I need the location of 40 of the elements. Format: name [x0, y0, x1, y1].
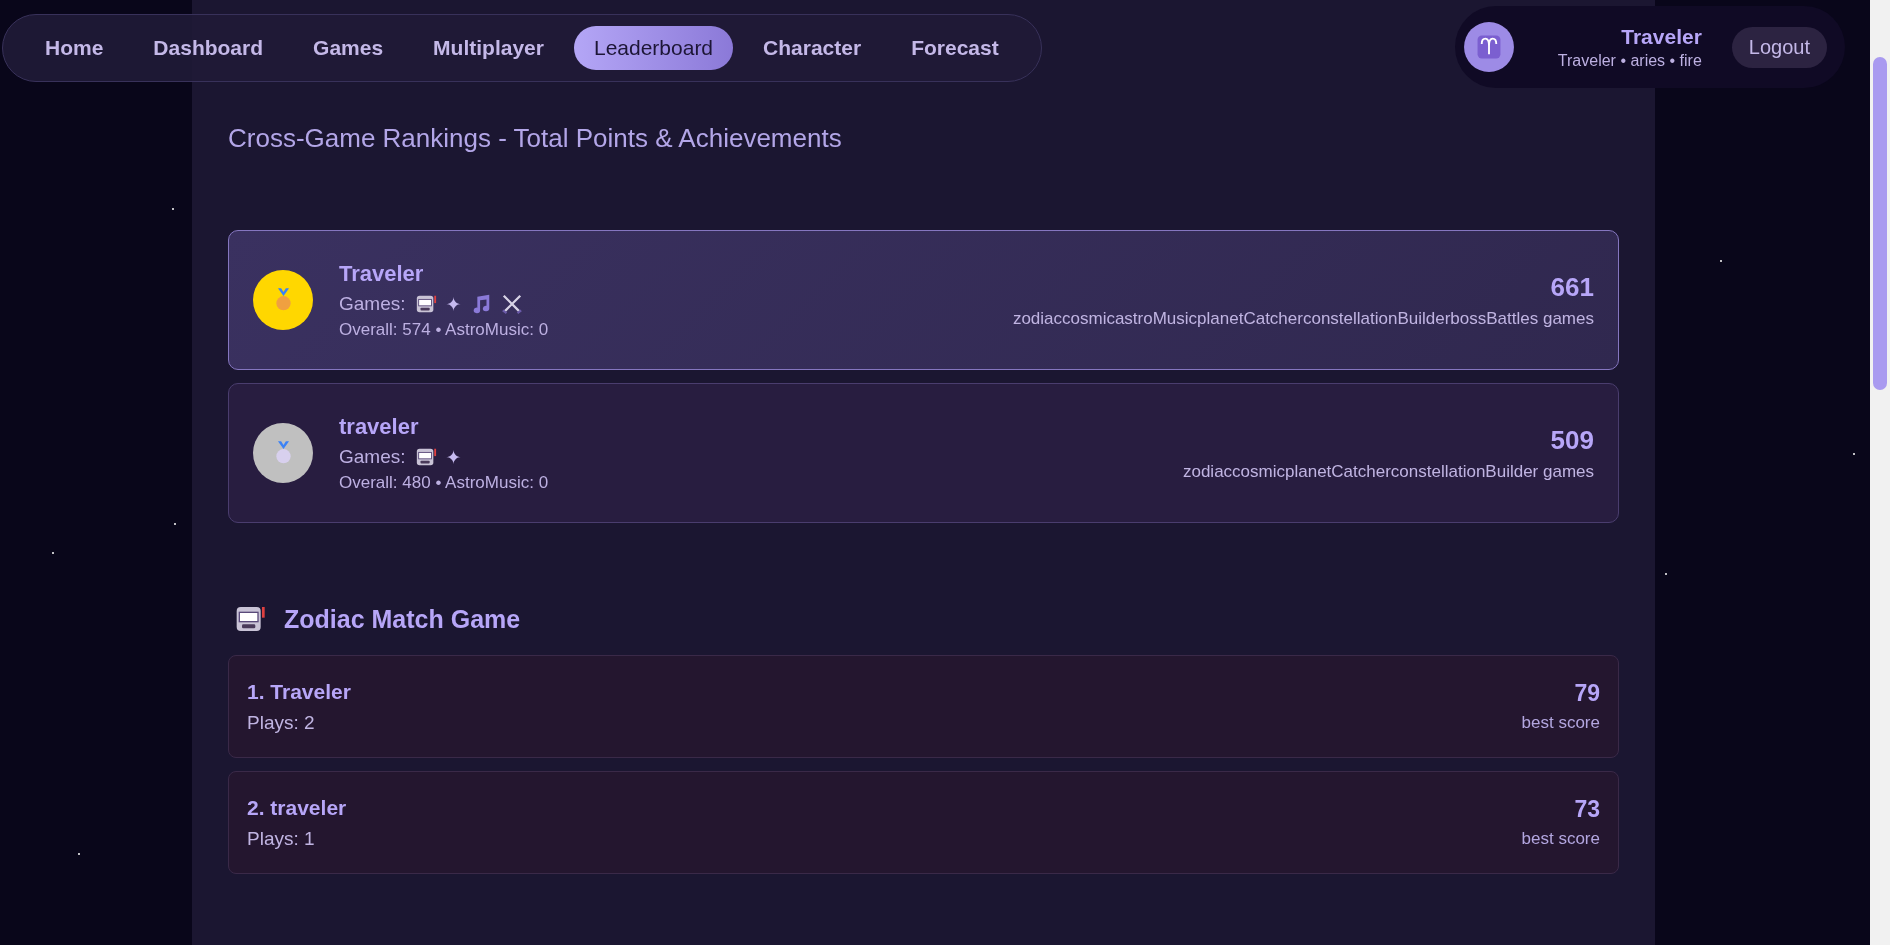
score-caption: best score [1521, 829, 1600, 849]
user-details: Traveler • aries • fire [1556, 51, 1702, 70]
medal-icon [273, 288, 293, 312]
section-title: Zodiac Match Game [284, 604, 521, 634]
total-points: 509 [1549, 424, 1594, 456]
player-name: Traveler [339, 260, 425, 287]
score-caption: best score [1521, 713, 1600, 733]
nav-link[interactable]: Games [293, 26, 404, 70]
scrollbar-thumb[interactable] [1873, 57, 1887, 390]
nav-link[interactable]: Multiplayer [413, 26, 564, 70]
slot-machine-icon [414, 446, 437, 468]
slot-machine-icon [414, 293, 437, 315]
logout-button[interactable]: Logout [1731, 26, 1827, 68]
games-label: Games: [339, 293, 406, 315]
player-stats: Overall: 480 • AstroMusic: 0 [339, 472, 550, 493]
player-name: 1. Traveler [247, 679, 351, 704]
games-label: Games: [339, 446, 406, 468]
plays-count: Plays: 2 [247, 711, 316, 734]
games-played-list: zodiaccosmicastroMusicplanetCatcherconstellationBuilderbossBattles games [1012, 308, 1594, 329]
nav-link[interactable]: Dashboard [133, 26, 284, 70]
plays-count: Plays: 1 [247, 827, 316, 850]
nav-link[interactable]: Home [25, 26, 124, 70]
player-name: traveler [339, 413, 420, 440]
sparkle-glyph: ✦ [445, 292, 462, 316]
player-stats: Overall: 574 • AstroMusic: 0 [339, 319, 550, 340]
user-name: Traveler [1620, 24, 1702, 49]
nav-link[interactable]: Leaderboard [573, 26, 734, 70]
total-points: 661 [1549, 271, 1594, 303]
aries-avatar-icon [1463, 21, 1515, 73]
nav-link[interactable]: Forecast [891, 26, 1019, 70]
crossed-swords-icon [501, 293, 524, 315]
best-score: 73 [1573, 796, 1600, 823]
medal-icon [273, 441, 293, 465]
player-name: 2. traveler [247, 795, 347, 820]
page-subtitle: Cross-Game Rankings - Total Points & Achievements [228, 123, 843, 154]
best-score: 79 [1573, 680, 1600, 707]
nav-link[interactable]: Character [743, 26, 882, 70]
sparkle-glyph: ✦ [445, 445, 462, 469]
scrollbar[interactable] [1870, 0, 1890, 945]
games-played-list: zodiaccosmicplanetCatcherconstellationBuilder games [1182, 461, 1594, 482]
